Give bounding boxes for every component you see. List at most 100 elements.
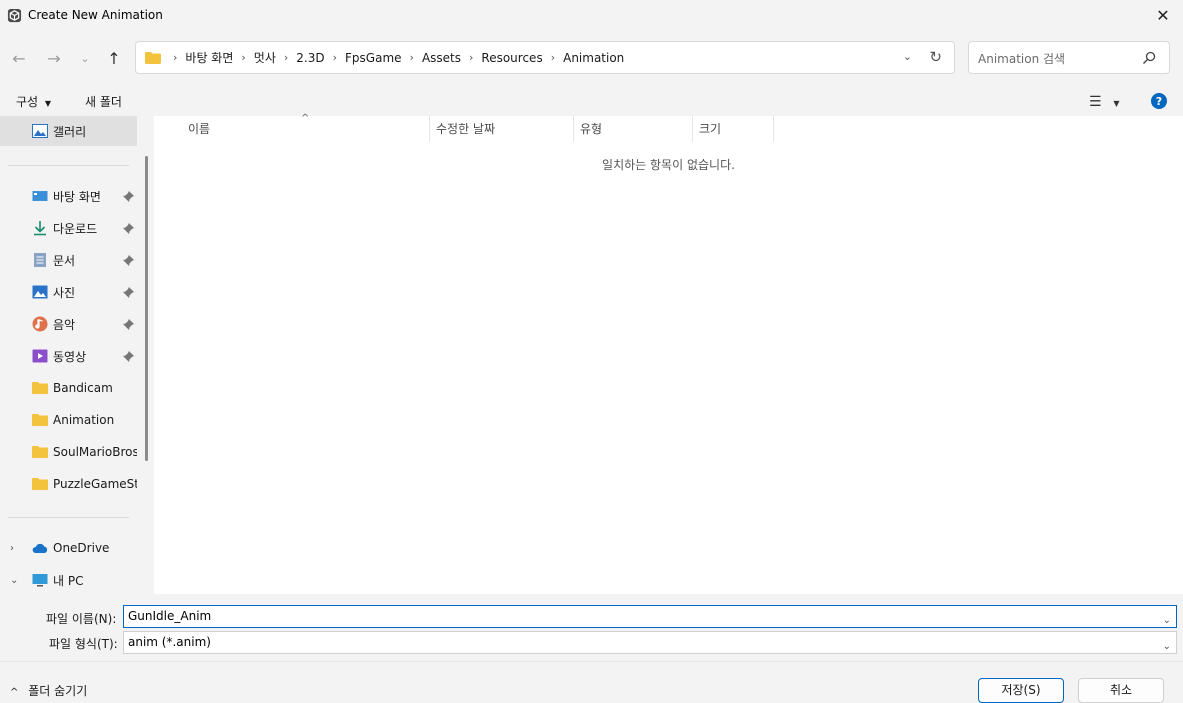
sidebar-item-puzzlegame[interactable]: PuzzleGameSta <box>0 469 137 499</box>
chevron-down-icon[interactable]: ⌄ <box>1163 610 1171 631</box>
breadcrumb-item[interactable]: 멋사 <box>254 49 276 66</box>
chevron-down-icon[interactable]: ⌄ <box>1163 636 1171 657</box>
navigation-pane: 갤러리 바탕 화면 다운로드 문서 사진 음악 동영상 Bandicam Ani… <box>0 116 154 594</box>
arrow-right-icon: → <box>47 48 61 68</box>
pin-icon[interactable] <box>123 286 134 298</box>
save-button[interactable]: 저장(S) <box>978 678 1064 703</box>
chevron-down-icon: ⌄ <box>80 51 90 65</box>
address-dropdown-chevron-icon[interactable]: ⌄ <box>903 50 912 63</box>
file-type-label: 파일 형식(T): <box>49 637 118 651</box>
view-options-button[interactable]: ☰ ▼ <box>1089 94 1120 110</box>
pin-icon[interactable] <box>123 190 134 202</box>
sidebar-item-onedrive[interactable]: › OneDrive <box>0 533 137 563</box>
sidebar-scrollbar[interactable] <box>145 156 148 461</box>
chevron-up-icon: ^ <box>10 687 19 698</box>
file-name-value: GunIdle_Anim <box>128 609 212 623</box>
sidebar-item-this-pc[interactable]: ⌄ 내 PC <box>0 565 137 594</box>
sidebar-divider <box>8 165 129 166</box>
column-header-type[interactable]: 유형 <box>574 116 693 142</box>
pin-icon[interactable] <box>123 350 134 362</box>
videos-icon <box>32 349 48 363</box>
sidebar-item-label: Bandicam <box>53 381 113 395</box>
recent-locations-button[interactable]: ⌄ <box>72 46 98 70</box>
refresh-icon[interactable]: ↻ <box>929 48 942 66</box>
organize-button[interactable]: 구성 ▼ <box>16 93 51 110</box>
empty-state-message: 일치하는 항목이 없습니다. <box>602 158 735 172</box>
sidebar-item-videos[interactable]: 동영상 <box>0 341 137 371</box>
column-header-date-modified[interactable]: 수정한 날짜 <box>430 116 574 142</box>
chevron-right-icon: › <box>469 51 474 64</box>
file-name-input[interactable]: GunIdle_Anim ⌄ <box>123 605 1177 628</box>
cancel-button[interactable]: 취소 <box>1078 678 1164 703</box>
pin-icon[interactable] <box>123 318 134 330</box>
address-bar[interactable]: › 바탕 화면 › 멋사 › 2.3D › FpsGame › Assets ›… <box>135 41 955 74</box>
documents-icon <box>34 253 46 267</box>
breadcrumb-item[interactable]: 바탕 화면 <box>185 49 233 66</box>
dialog-footer: ^ 폴더 숨기기 저장(S) 취소 <box>0 661 1183 703</box>
breadcrumb: › 바탕 화면 › 멋사 › 2.3D › FpsGame › Assets ›… <box>165 49 624 66</box>
chevron-right-icon: › <box>332 51 338 64</box>
onedrive-cloud-icon <box>32 543 48 553</box>
search-input[interactable]: Animation 검색 <box>978 50 1065 67</box>
gallery-icon <box>32 124 48 138</box>
list-view-icon: ☰ <box>1089 94 1102 110</box>
folder-icon <box>32 478 48 490</box>
file-name-label: 파일 이름(N): <box>46 612 117 626</box>
window-title: Create New Animation <box>28 8 163 22</box>
music-icon <box>32 316 48 332</box>
breadcrumb-item[interactable]: FpsGame <box>345 51 402 65</box>
up-button[interactable]: ↑ <box>101 46 127 70</box>
close-button[interactable]: ✕ <box>1143 0 1183 31</box>
search-icon[interactable] <box>1142 51 1156 65</box>
new-folder-button[interactable]: 새 폴더 <box>85 93 122 110</box>
folder-icon <box>32 414 48 426</box>
sidebar-item-bandicam[interactable]: Bandicam <box>0 373 137 403</box>
forward-button[interactable]: → <box>41 46 67 70</box>
hide-folders-button[interactable]: ^ 폴더 숨기기 <box>10 682 87 699</box>
caret-down-icon: ▼ <box>1113 99 1120 108</box>
sidebar-item-label: SoulMarioBros <box>53 445 137 459</box>
hide-folders-label: 폴더 숨기기 <box>28 684 88 698</box>
arrow-up-icon: ↑ <box>107 48 121 68</box>
back-button[interactable]: ← <box>6 46 32 70</box>
sidebar-item-label: 갤러리 <box>53 124 87 139</box>
sidebar-item-documents[interactable]: 문서 <box>0 245 137 275</box>
chevron-right-icon: › <box>550 51 556 64</box>
caret-down-icon: ▼ <box>44 99 52 108</box>
chevron-right-icon[interactable]: › <box>10 543 14 554</box>
sidebar-item-music[interactable]: 음악 <box>0 309 137 339</box>
chevron-down-icon[interactable]: ⌄ <box>10 575 18 586</box>
pin-icon[interactable] <box>123 222 134 234</box>
column-header-name[interactable]: 이름 <box>182 116 430 142</box>
breadcrumb-item[interactable]: Animation <box>563 51 624 65</box>
breadcrumb-item[interactable]: 2.3D <box>296 51 324 65</box>
chevron-right-icon: › <box>241 51 246 64</box>
help-icon[interactable]: ? <box>1151 93 1167 109</box>
folder-icon <box>32 382 48 394</box>
search-box[interactable]: Animation 검색 <box>968 41 1170 74</box>
pin-icon[interactable] <box>123 254 134 266</box>
folder-icon <box>32 446 48 458</box>
navigation-bar: ← → ⌄ ↑ › 바탕 화면 › 멋사 › 2.3D › FpsGame › … <box>0 31 1183 86</box>
file-type-value: anim (*.anim) <box>128 635 211 649</box>
sidebar-item-animation[interactable]: Animation <box>0 405 137 435</box>
breadcrumb-item[interactable]: Resources <box>481 51 542 65</box>
sidebar-item-pictures[interactable]: 사진 <box>0 277 137 307</box>
sidebar-item-soulmariobros[interactable]: SoulMarioBros <box>0 437 137 467</box>
breadcrumb-item[interactable]: Assets <box>422 51 461 65</box>
arrow-left-icon: ← <box>12 48 26 68</box>
sidebar-item-desktop[interactable]: 바탕 화면 <box>0 181 137 211</box>
sidebar-item-label: OneDrive <box>53 541 110 555</box>
sidebar-item-gallery[interactable]: 갤러리 <box>0 116 137 146</box>
column-header-size[interactable]: 크기 <box>693 116 774 142</box>
sidebar-item-label: PuzzleGameSta <box>53 477 137 491</box>
unity-app-icon <box>7 8 22 23</box>
command-bar: 구성 ▼ 새 폴더 ☰ ▼ ? <box>0 86 1183 116</box>
sidebar-item-label: Animation <box>53 413 115 427</box>
sidebar-item-downloads[interactable]: 다운로드 <box>0 213 137 243</box>
file-type-select[interactable]: anim (*.anim) ⌄ <box>123 631 1177 654</box>
chevron-right-icon: › <box>173 51 178 64</box>
chevron-right-icon: › <box>409 51 414 64</box>
sidebar-divider <box>8 517 129 518</box>
computer-icon <box>32 574 48 587</box>
